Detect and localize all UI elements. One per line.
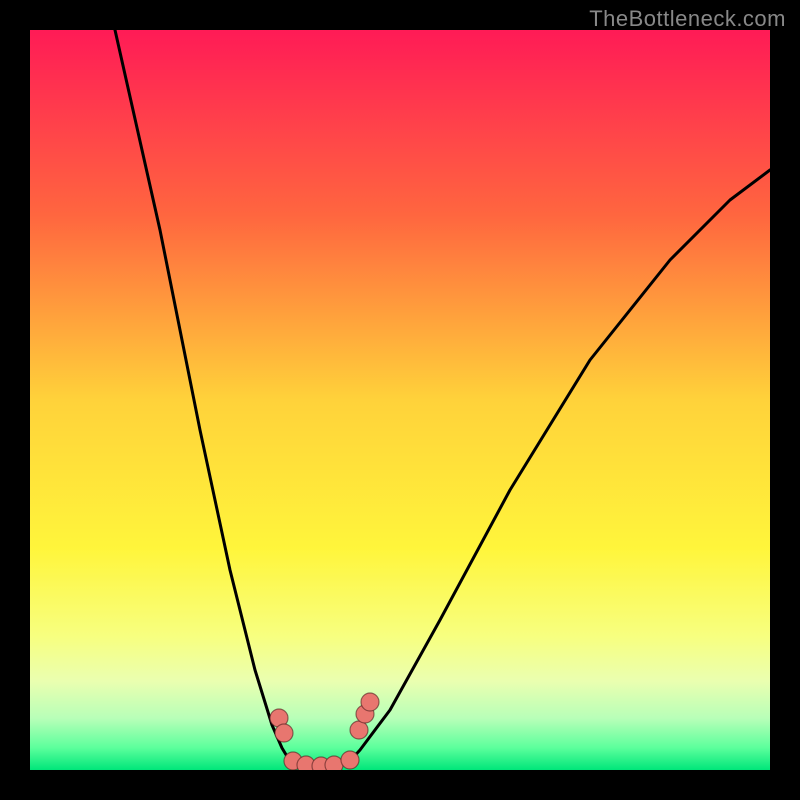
marker-dot (361, 693, 379, 711)
curve-layer (30, 30, 770, 770)
chart-frame: TheBottleneck.com (0, 0, 800, 800)
watermark-text: TheBottleneck.com (589, 6, 786, 32)
marker-dot (325, 756, 343, 770)
marker-dot (350, 721, 368, 739)
bottleneck-curve (115, 30, 770, 765)
marker-group (270, 693, 379, 770)
plot-area (30, 30, 770, 770)
marker-dot (275, 724, 293, 742)
marker-dot (341, 751, 359, 769)
